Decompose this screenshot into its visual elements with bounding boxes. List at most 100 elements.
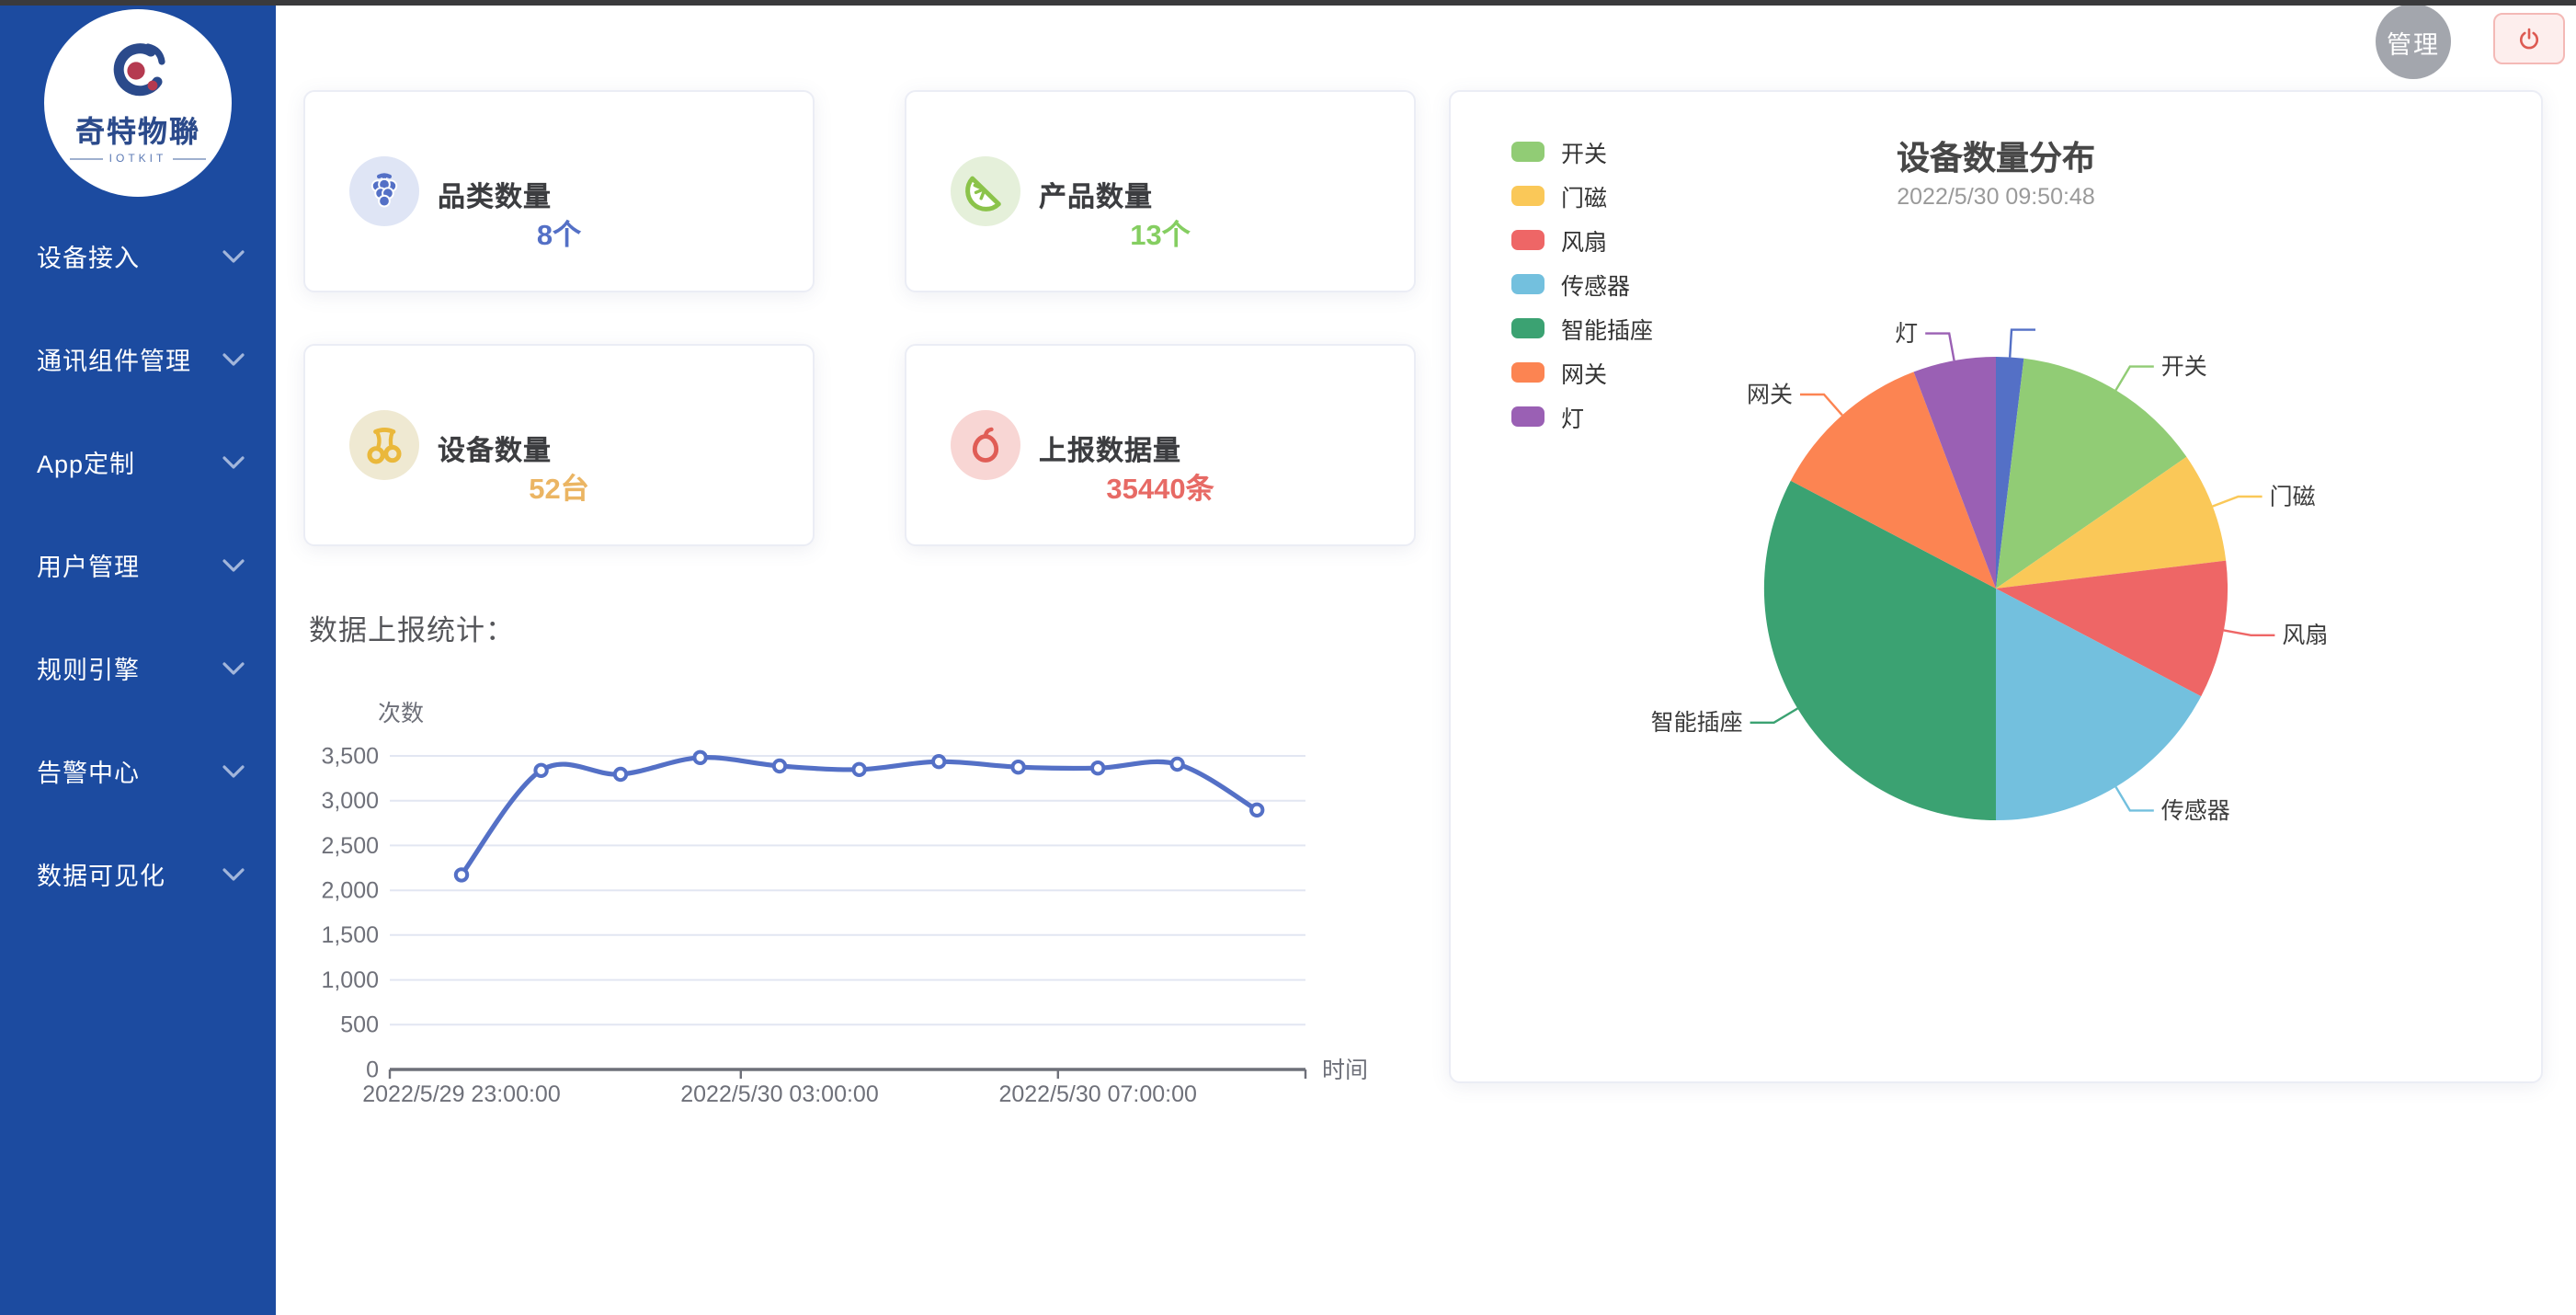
sidebar-item-2[interactable]: App定制 xyxy=(0,410,276,513)
cherry-icon xyxy=(360,421,408,469)
data-point-marker xyxy=(1171,759,1182,770)
line-chart: 05001,0001,5002,0002,5003,0003,500次数时间20… xyxy=(313,695,1434,1137)
line-chart-title: 数据上报统计： xyxy=(309,609,515,649)
chevron-down-icon xyxy=(222,765,245,778)
sidebar-item-label: 规则引擎 xyxy=(37,649,140,686)
brand-name: 奇特物聯 xyxy=(75,106,200,150)
data-point-marker xyxy=(1092,762,1103,773)
sidebar-item-label: 告警中心 xyxy=(37,752,140,789)
user-avatar[interactable]: 管理 xyxy=(2376,4,2451,79)
logout-button[interactable] xyxy=(2493,13,2565,64)
sidebar-item-4[interactable]: 规则引擎 xyxy=(0,616,276,719)
legend-item-开关[interactable]: 开关 xyxy=(1511,129,1653,173)
pie-label-line xyxy=(1925,334,1954,361)
sidebar-item-3[interactable]: 用户管理 xyxy=(0,513,276,616)
legend-label: 灯 xyxy=(1561,398,1584,433)
chevron-down-icon xyxy=(222,456,245,469)
stat-card-title: 设备数量 xyxy=(438,430,552,469)
y-axis-tick-label: 2,500 xyxy=(321,833,379,859)
sidebar-item-label: 用户管理 xyxy=(37,546,140,583)
pear-icon xyxy=(962,421,1009,469)
data-point-marker xyxy=(694,752,705,763)
x-axis-tick-label: 2022/5/29 23:00:00 xyxy=(362,1081,560,1107)
chevron-down-icon xyxy=(222,662,245,675)
pie-card: 开关门磁风扇传感器智能插座网关灯 设备数量分布 2022/5/30 09:50:… xyxy=(1449,90,2543,1083)
sidebar-item-label: App定制 xyxy=(37,443,135,480)
legend-item-灯[interactable]: 灯 xyxy=(1511,394,1653,438)
legend-label: 门磁 xyxy=(1561,177,1607,212)
stat-card-title: 产品数量 xyxy=(1039,177,1153,215)
legend-swatch xyxy=(1511,185,1544,205)
legend-label: 风扇 xyxy=(1561,222,1607,257)
sidebar-item-label: 通讯组件管理 xyxy=(37,340,191,377)
data-point-marker xyxy=(535,765,546,776)
stat-card-value: 8个 xyxy=(305,213,813,254)
lemon-icon xyxy=(962,167,1009,215)
logo: 奇特物聯 IOTKIT xyxy=(44,9,232,197)
sidebar-item-5[interactable]: 告警中心 xyxy=(0,719,276,822)
pie-slice-label: 传感器 xyxy=(2161,798,2230,824)
x-axis-name: 时间 xyxy=(1322,1058,1368,1083)
legend-label: 网关 xyxy=(1561,354,1607,389)
data-point-marker xyxy=(774,760,785,772)
pie-label-line xyxy=(2115,787,2153,811)
pie-label-line xyxy=(2224,630,2275,635)
chevron-down-icon xyxy=(222,250,245,263)
data-point-marker xyxy=(456,869,467,880)
legend-item-门磁[interactable]: 门磁 xyxy=(1511,173,1653,217)
main-content: 品类数量8个产品数量13个设备数量52台上报数据量35440条 数据上报统计： … xyxy=(0,0,2576,1315)
legend-label: 智能插座 xyxy=(1561,310,1653,345)
legend-swatch xyxy=(1511,273,1544,293)
pie-slice-label: 开关 xyxy=(2161,354,2207,380)
y-axis-tick-label: 500 xyxy=(340,1012,379,1038)
x-axis-tick-label: 2022/5/30 03:00:00 xyxy=(680,1081,878,1107)
x-axis-tick-label: 2022/5/30 07:00:00 xyxy=(998,1081,1196,1107)
sidebar: 奇特物聯 IOTKIT 设备接入通讯组件管理 App定制用户管理规则引擎告警中心数… xyxy=(0,0,276,1315)
legend-item-智能插座[interactable]: 智能插座 xyxy=(1511,305,1653,349)
pie-legend: 开关门磁风扇传感器智能插座网关灯 xyxy=(1511,129,1653,438)
y-axis-tick-label: 0 xyxy=(366,1057,379,1082)
pie-label-line xyxy=(1750,708,1798,722)
legend-item-传感器[interactable]: 传感器 xyxy=(1511,261,1653,305)
iotkit-dashboard: 奇特物聯 IOTKIT 设备接入通讯组件管理App定制用户管理规则引擎告警中心数… xyxy=(0,0,2576,1315)
data-point-marker xyxy=(853,764,864,775)
y-axis-tick-label: 1,500 xyxy=(321,922,379,948)
chevron-down-icon xyxy=(222,559,245,572)
grape-icon xyxy=(360,167,408,215)
pie-slice-label: 风扇 xyxy=(2282,623,2328,648)
top-window-bar xyxy=(0,0,2576,6)
legend-swatch xyxy=(1511,317,1544,337)
sidebar-item-1[interactable]: 通讯组件管理 xyxy=(0,307,276,410)
y-axis-tick-label: 3,000 xyxy=(321,788,379,814)
stat-card-2: 设备数量52台 xyxy=(303,344,815,546)
data-point-marker xyxy=(933,756,944,767)
sidebar-item-0[interactable]: 设备接入 xyxy=(0,204,276,307)
sidebar-item-label: 设备接入 xyxy=(37,237,140,274)
y-axis-tick-label: 1,000 xyxy=(321,967,379,993)
legend-swatch xyxy=(1511,141,1544,161)
legend-label: 传感器 xyxy=(1561,266,1630,301)
chevron-down-icon xyxy=(222,353,245,366)
sidebar-item-6[interactable]: 数据可见化 xyxy=(0,822,276,925)
stat-card-0: 品类数量8个 xyxy=(303,90,815,292)
legend-swatch xyxy=(1511,229,1544,249)
pie-slice-label: 灯 xyxy=(1895,321,1918,347)
pie-slice-label: 网关 xyxy=(1747,382,1793,407)
brand-subtitle: IOTKIT xyxy=(65,154,211,165)
legend-swatch xyxy=(1511,361,1544,382)
y-axis-name: 次数 xyxy=(378,701,424,726)
divider xyxy=(71,158,104,160)
stat-card-value: 13个 xyxy=(906,213,1414,254)
data-point-marker xyxy=(1251,805,1262,816)
legend-swatch xyxy=(1511,406,1544,426)
stat-card-1: 产品数量13个 xyxy=(905,90,1416,292)
stat-card-value: 35440条 xyxy=(906,467,1414,508)
data-point-marker xyxy=(1012,761,1023,772)
pie-label-line xyxy=(1800,394,1842,415)
legend-label: 开关 xyxy=(1561,133,1607,168)
pie-slice-label: 智能插座 xyxy=(1651,710,1743,736)
legend-item-风扇[interactable]: 风扇 xyxy=(1511,217,1653,261)
pie-label-line xyxy=(2115,367,2153,391)
legend-item-网关[interactable]: 网关 xyxy=(1511,349,1653,394)
stat-card-3: 上报数据量35440条 xyxy=(905,344,1416,546)
